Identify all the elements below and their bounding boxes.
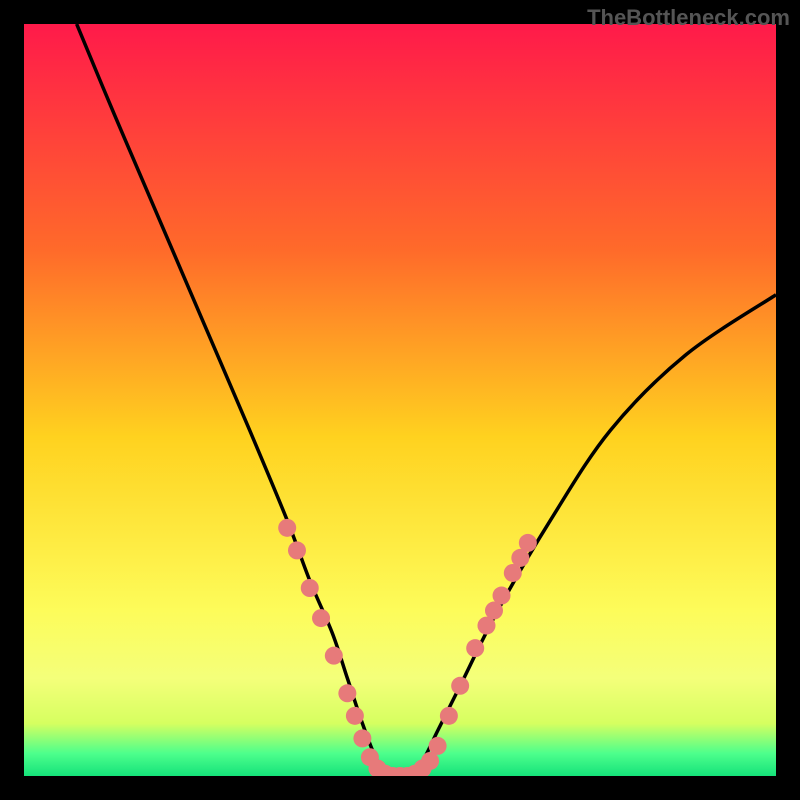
marker-dot — [325, 647, 343, 665]
marker-dot — [451, 677, 469, 695]
chart-svg — [24, 24, 776, 776]
marker-dot — [278, 519, 296, 537]
marker-dot — [440, 707, 458, 725]
marker-dot — [519, 534, 537, 552]
marker-dot — [429, 737, 447, 755]
chart-container: TheBottleneck.com — [0, 0, 800, 800]
marker-dot — [353, 729, 371, 747]
watermark-text: TheBottleneck.com — [587, 5, 790, 31]
marker-dot — [338, 684, 356, 702]
marker-dot — [466, 639, 484, 657]
marker-dot — [493, 587, 511, 605]
plot-area — [24, 24, 776, 776]
marker-dot — [346, 707, 364, 725]
marker-dot — [312, 609, 330, 627]
marker-dot — [288, 541, 306, 559]
marker-dot — [301, 579, 319, 597]
gradient-background — [24, 24, 776, 776]
